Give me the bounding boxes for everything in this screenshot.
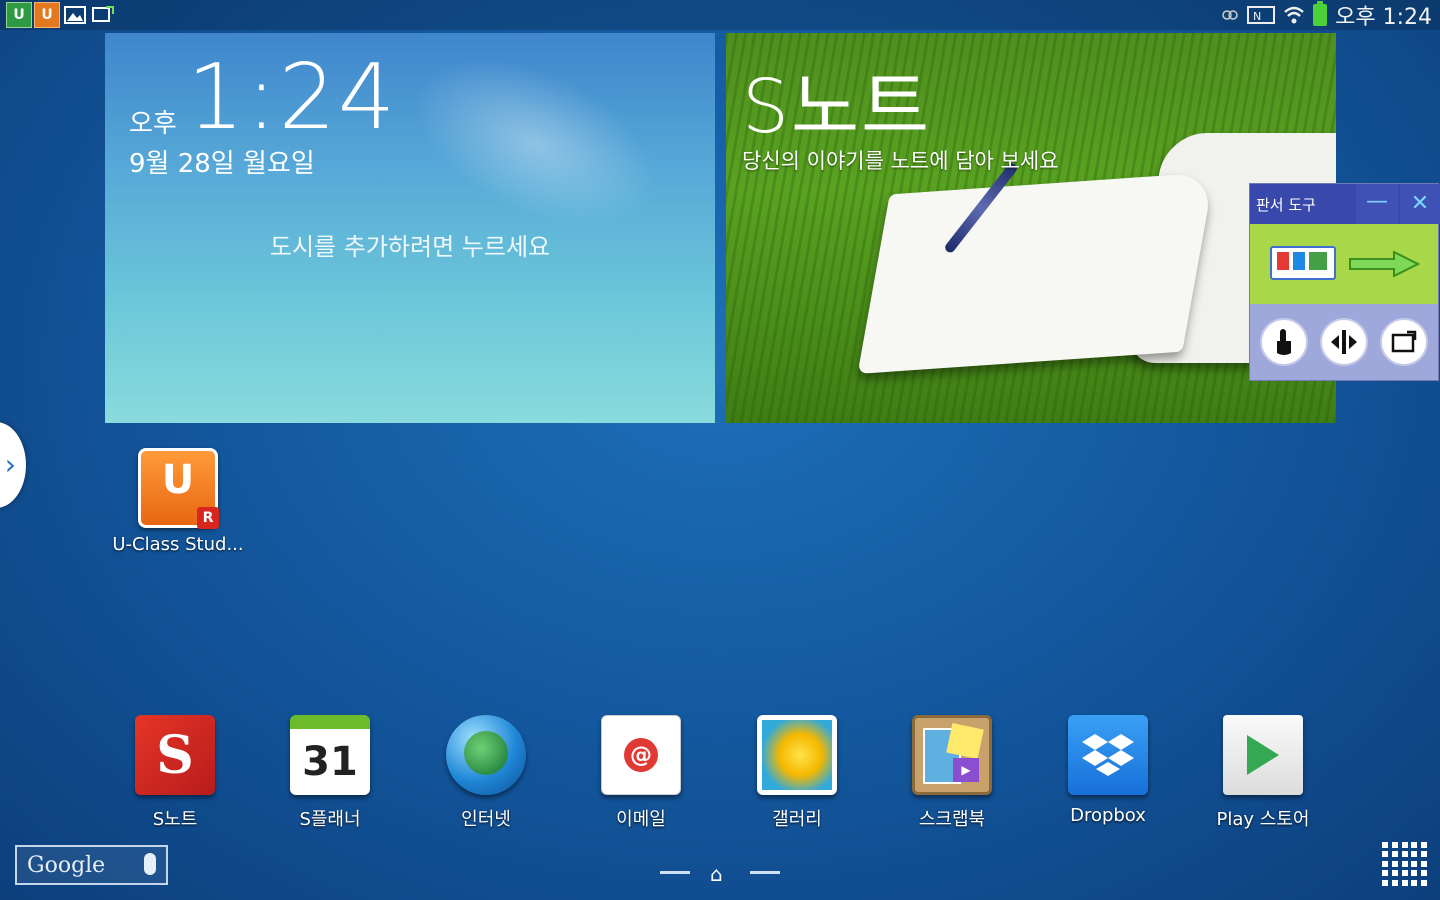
tool-buttons	[1250, 304, 1438, 380]
system-status: N 오후 1:24	[1221, 0, 1432, 30]
dock-app-label: 인터넷	[461, 809, 511, 830]
gallery-notification-icon	[62, 2, 88, 28]
notebook-page-image	[857, 172, 1215, 374]
dock-app-gallery[interactable]: 갤러리	[727, 715, 867, 831]
split-screen-icon	[1331, 330, 1357, 354]
split-screen-button[interactable]	[1320, 318, 1368, 366]
uclass-u-glyph: U	[161, 457, 195, 503]
scrapbook-icon: ▶	[912, 715, 992, 795]
dock-app-label: Play 스토어	[1216, 809, 1310, 830]
dock-app-dropbox[interactable]: Dropbox	[1038, 715, 1178, 826]
dock-app-scrapbook[interactable]: ▶ 스크랩북	[882, 715, 1022, 831]
page-dash-right[interactable]	[750, 871, 780, 874]
snote-widget-subtitle: 당신의 이야기를 노트에 담아 보세요	[742, 149, 1059, 173]
snote-widget-title: S노트	[742, 64, 932, 150]
globe-icon	[446, 715, 526, 795]
uclass-r-badge: R	[197, 507, 219, 529]
add-city-prompt[interactable]: 도시를 추가하려면 누르세요	[105, 227, 715, 262]
nfc-icon: N	[1247, 6, 1276, 24]
mic-icon[interactable]	[144, 853, 156, 875]
battery-icon	[1313, 1, 1328, 26]
dock-app-label: S플래너	[299, 809, 361, 830]
app-label: U-Class Stud...	[112, 534, 244, 555]
close-button[interactable]: ✕	[1400, 184, 1440, 224]
uclass-notification-icon: U	[6, 2, 32, 28]
dock-app-play-store[interactable]: Play 스토어	[1193, 715, 1333, 831]
chevron-right-icon: ›	[4, 448, 16, 481]
dock-app-splanner[interactable]: 31 S플래너	[260, 715, 400, 831]
gallery-icon	[757, 715, 837, 795]
dock-app-snote[interactable]: S S노트	[105, 715, 245, 831]
arrow-right-icon[interactable]	[1348, 250, 1420, 278]
mute-icon	[1222, 10, 1238, 20]
clock-time: 1:24	[187, 45, 398, 150]
dropbox-icon	[1068, 715, 1148, 795]
apps-grid-button[interactable]	[1382, 842, 1428, 886]
clock-widget[interactable]: 오후 1:24 9월 28일 월요일 도시를 추가하려면 누르세요	[105, 33, 715, 423]
page-dash-left[interactable]	[660, 871, 690, 874]
dock-app-label: S노트	[152, 809, 198, 830]
snote-app-icon: S	[135, 715, 215, 795]
google-search-bar[interactable]: Google	[15, 845, 168, 885]
home-icon[interactable]: ⌂	[710, 862, 723, 886]
app-dock: S S노트 31 S플래너 인터넷 @ 이메일 갤러리 ▶ 스크랩북 Dropb…	[100, 715, 1340, 830]
screen-share-notification-icon	[90, 2, 116, 28]
tool-panel-title: 판서 도구	[1256, 196, 1316, 214]
writing-tool-panel[interactable]: 판서 도구 — ✕	[1249, 183, 1440, 381]
play-icon: ▶	[953, 758, 979, 782]
tool-panel-launcher[interactable]	[1250, 224, 1438, 304]
svg-text:N: N	[1253, 10, 1261, 23]
touch-pointer-button[interactable]	[1260, 318, 1308, 366]
play-store-icon	[1223, 715, 1303, 795]
board-icon[interactable]	[1270, 246, 1336, 280]
flower-image	[762, 720, 832, 790]
hand-pointer-icon	[1277, 329, 1291, 355]
app-uclass-student[interactable]: U R U-Class Stud...	[108, 448, 248, 555]
clock-date: 9월 28일 월요일	[129, 149, 315, 179]
dock-app-email[interactable]: @ 이메일	[571, 715, 711, 831]
dock-app-label: 스크랩북	[918, 809, 986, 830]
clock-ampm: 오후	[129, 109, 177, 139]
uclass-app-icon: U R	[138, 448, 219, 529]
screen-capture-icon	[1391, 330, 1417, 353]
tool-panel-header[interactable]: 판서 도구 — ✕	[1250, 184, 1440, 224]
dock-app-internet[interactable]: 인터넷	[416, 715, 556, 831]
dock-app-label: 갤러리	[772, 809, 822, 830]
status-bar: U U N 오후 1:24	[0, 0, 1440, 30]
status-time: 오후 1:24	[1335, 5, 1432, 30]
google-logo: Google	[27, 853, 106, 878]
minimize-button[interactable]: —	[1356, 184, 1398, 224]
dock-app-label: 이메일	[616, 809, 666, 830]
notification-icons: U U	[6, 2, 116, 28]
calendar-icon: 31	[290, 715, 370, 795]
wifi-icon	[1284, 6, 1304, 24]
dock-app-label: Dropbox	[1070, 805, 1146, 826]
at-sign-icon: @	[624, 738, 658, 772]
page-indicator: ⌂	[660, 862, 780, 886]
screen-capture-button[interactable]	[1380, 318, 1428, 366]
side-panel-handle[interactable]: ›	[0, 422, 26, 508]
email-icon: @	[601, 715, 681, 795]
uclass-teacher-notification-icon: U	[34, 2, 60, 28]
snote-widget[interactable]: S노트 당신의 이야기를 노트에 담아 보세요	[726, 33, 1336, 423]
play-triangle-icon	[1247, 735, 1279, 775]
